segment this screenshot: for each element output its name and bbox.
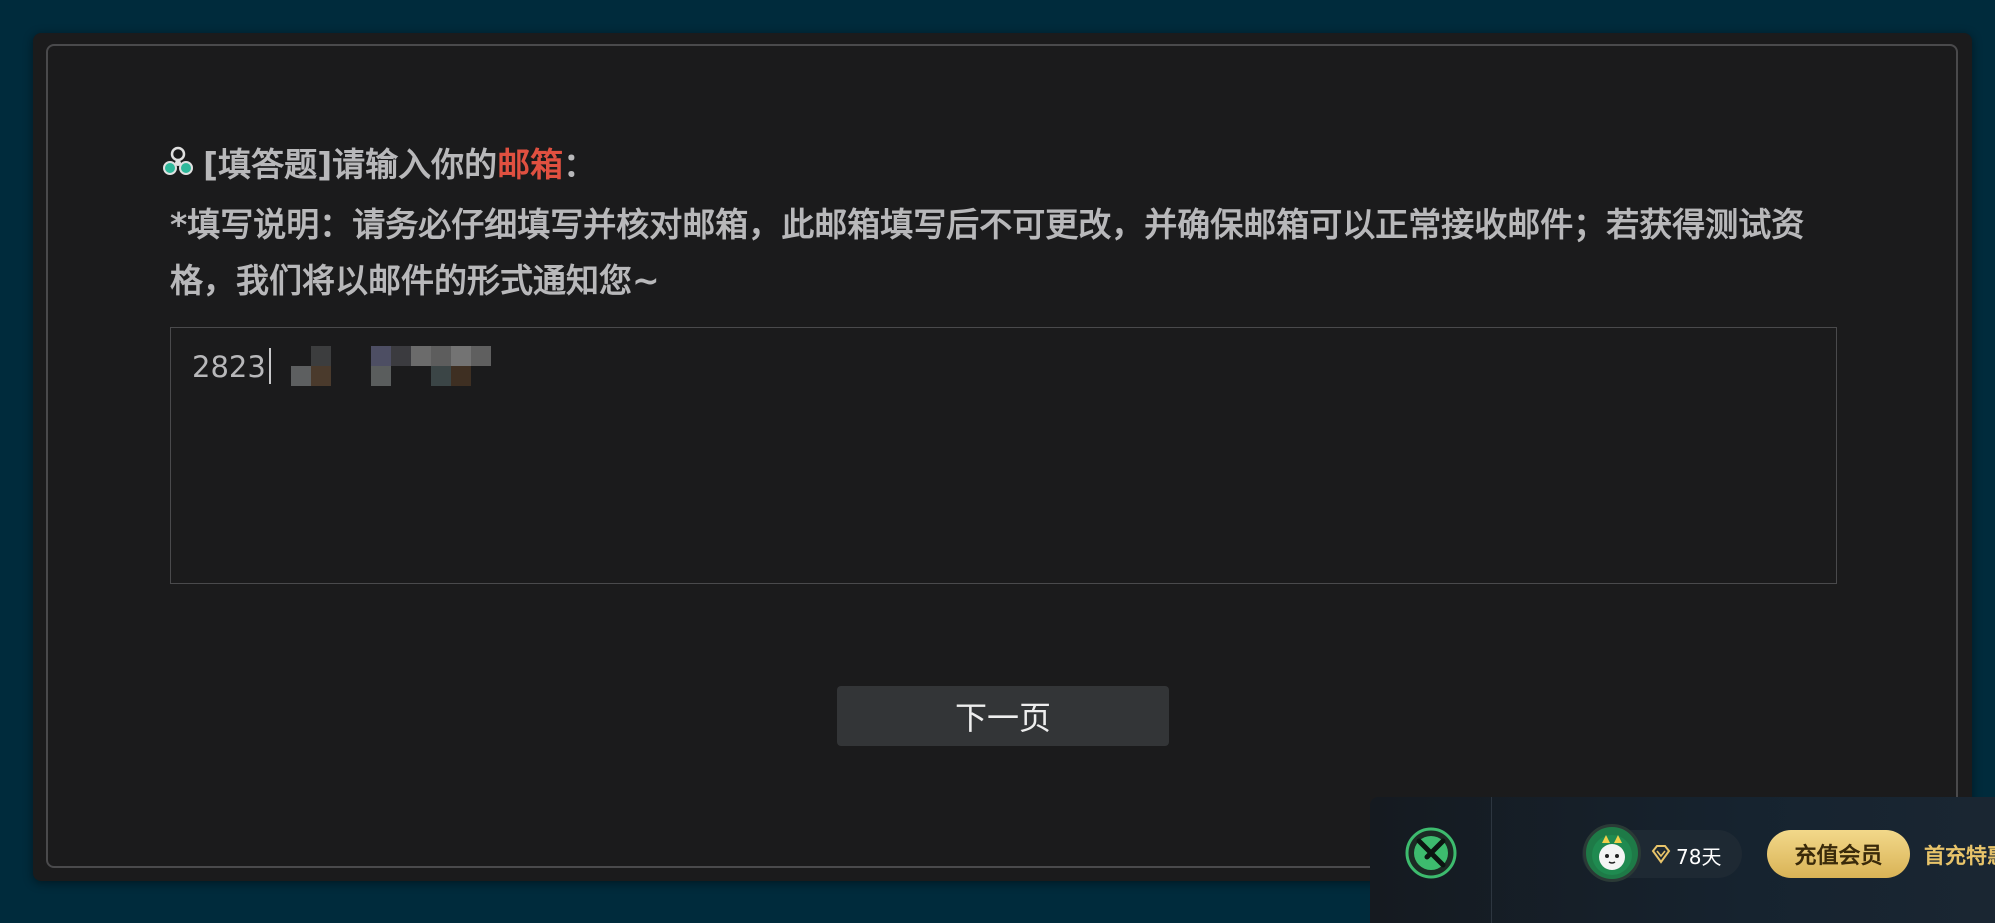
question-title: [填答题] 请输入你的 邮箱 ：: [161, 138, 596, 186]
vip-days-remaining: 78天: [1676, 845, 1722, 869]
app-logo-icon[interactable]: [1405, 827, 1457, 879]
email-answer-value: 2823: [192, 350, 266, 384]
recharge-member-button[interactable]: 充值会员: [1767, 830, 1910, 878]
text-caret: [269, 348, 271, 384]
fill-instructions: *填写说明：请务必仔细填写并核对邮箱，此邮箱填写后不可更改，并确保邮箱可以正常接…: [170, 205, 1805, 300]
avatar[interactable]: [1583, 824, 1641, 882]
first-recharge-promo[interactable]: 首充特惠: [1924, 840, 1995, 870]
next-page-button[interactable]: 下一页: [837, 686, 1169, 746]
redacted-mosaic: [291, 346, 531, 388]
question-type-icon: [161, 145, 195, 179]
bar-divider: [1491, 797, 1492, 923]
question-tag: [填答题]: [203, 145, 333, 184]
question-highlight: 邮箱: [497, 145, 564, 184]
diamond-icon: [1650, 844, 1672, 864]
email-answer-field[interactable]: 2823: [170, 327, 1837, 584]
question-prompt: 请输入你的: [332, 145, 498, 184]
floating-member-bar: 78天 充值会员 首充特惠: [1370, 797, 1995, 923]
question-colon: ：: [563, 145, 597, 184]
